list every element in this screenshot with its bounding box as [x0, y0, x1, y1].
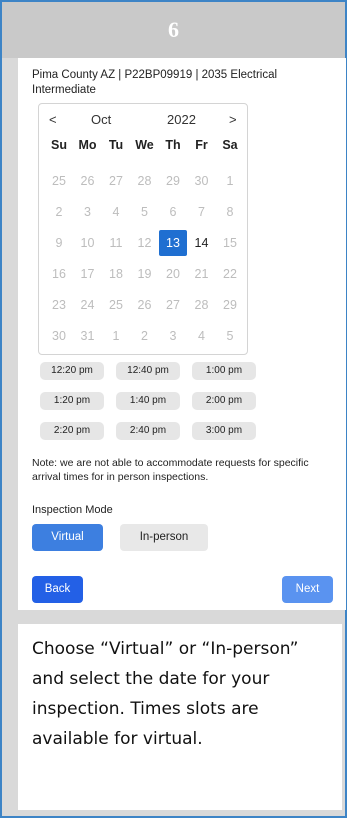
calendar-day[interactable]: 17 — [74, 261, 102, 287]
calendar-day[interactable]: 30 — [188, 168, 216, 194]
calendar-day[interactable]: 1 — [102, 323, 130, 349]
inspection-mode-label: Inspection Mode — [32, 504, 113, 516]
calendar-day[interactable]: 30 — [45, 323, 73, 349]
next-month-icon[interactable]: > — [229, 112, 237, 127]
step-header: 6 — [2, 2, 345, 58]
instruction-text: Choose “Virtual” or “In-person” and sele… — [32, 639, 299, 749]
time-slot-button[interactable]: 1:40 pm — [116, 392, 180, 410]
virtual-mode-button[interactable]: Virtual — [32, 524, 103, 551]
calendar-nav: < Oct 2022 > — [39, 112, 247, 132]
calendar-day[interactable]: 2 — [131, 323, 159, 349]
calendar-day[interactable]: 13 — [159, 230, 187, 256]
calendar-day[interactable]: 4 — [102, 199, 130, 225]
calendar-day[interactable]: 15 — [216, 230, 244, 256]
weekday-label: Fr — [195, 138, 208, 152]
calendar-day[interactable]: 24 — [74, 292, 102, 318]
calendar-day[interactable]: 21 — [188, 261, 216, 287]
weekday-label: Su — [51, 138, 67, 152]
calendar-day[interactable]: 25 — [45, 168, 73, 194]
calendar-day[interactable]: 6 — [159, 199, 187, 225]
calendar-day[interactable]: 9 — [45, 230, 73, 256]
calendar-day[interactable]: 29 — [159, 168, 187, 194]
weekday-label: Tu — [108, 138, 124, 152]
weekday-label: Th — [165, 138, 181, 152]
calendar-day[interactable]: 16 — [45, 261, 73, 287]
time-slot-button[interactable]: 12:40 pm — [116, 362, 180, 380]
weekday-label: Mo — [78, 138, 97, 152]
calendar-day[interactable]: 25 — [102, 292, 130, 318]
calendar-day[interactable]: 20 — [159, 261, 187, 287]
step-number: 6 — [168, 17, 179, 42]
weekday-label: Sa — [222, 138, 238, 152]
inspection-title: Pima County AZ | P22BP09919 | 2035 Elect… — [32, 69, 278, 96]
month-select[interactable]: Oct — [91, 112, 111, 127]
calendar-day[interactable]: 22 — [216, 261, 244, 287]
arrival-note: Note: we are not able to accommodate req… — [32, 457, 309, 483]
time-slot-button[interactable]: 12:20 pm — [40, 362, 104, 380]
instruction-box: Choose “Virtual” or “In-person” and sele… — [18, 624, 342, 810]
calendar-day[interactable]: 26 — [131, 292, 159, 318]
calendar-day[interactable]: 5 — [216, 323, 244, 349]
calendar-day[interactable]: 12 — [131, 230, 159, 256]
calendar-day[interactable]: 14 — [188, 230, 216, 256]
calendar-day[interactable]: 3 — [74, 199, 102, 225]
time-slot-button[interactable]: 3:00 pm — [192, 422, 256, 440]
weekday-label: We — [135, 138, 154, 152]
scheduling-form: Pima County AZ | P22BP09919 | 2035 Elect… — [18, 58, 346, 610]
calendar-day[interactable]: 18 — [102, 261, 130, 287]
weekday-header: Su Mo Tu We Th Fr Sa — [39, 138, 247, 156]
next-button[interactable]: Next — [282, 576, 333, 603]
calendar-day[interactable]: 5 — [131, 199, 159, 225]
calendar-day[interactable]: 8 — [216, 199, 244, 225]
time-slot-button[interactable]: 2:40 pm — [116, 422, 180, 440]
time-slot-button[interactable]: 1:00 pm — [192, 362, 256, 380]
calendar-day[interactable]: 26 — [74, 168, 102, 194]
calendar-day[interactable]: 10 — [74, 230, 102, 256]
calendar-day[interactable]: 3 — [159, 323, 187, 349]
calendar-day[interactable]: 23 — [45, 292, 73, 318]
calendar-day[interactable]: 27 — [159, 292, 187, 318]
time-slot-button[interactable]: 2:20 pm — [40, 422, 104, 440]
calendar-day[interactable]: 29 — [216, 292, 244, 318]
calendar-day[interactable]: 11 — [102, 230, 130, 256]
back-button[interactable]: Back — [32, 576, 83, 603]
calendar-day[interactable]: 7 — [188, 199, 216, 225]
time-slot-button[interactable]: 1:20 pm — [40, 392, 104, 410]
step-card: 6 Pima County AZ | P22BP09919 | 2035 Ele… — [0, 0, 347, 818]
calendar-day[interactable]: 19 — [131, 261, 159, 287]
calendar-day[interactable]: 28 — [131, 168, 159, 194]
year-select[interactable]: 2022 — [167, 112, 196, 127]
calendar-day[interactable]: 28 — [188, 292, 216, 318]
time-slot-button[interactable]: 2:00 pm — [192, 392, 256, 410]
calendar-day[interactable]: 31 — [74, 323, 102, 349]
prev-month-icon[interactable]: < — [49, 112, 57, 127]
in-person-mode-button[interactable]: In-person — [120, 524, 208, 551]
calendar-day[interactable]: 1 — [216, 168, 244, 194]
calendar-day[interactable]: 2 — [45, 199, 73, 225]
calendar-day[interactable]: 4 — [188, 323, 216, 349]
date-picker: < Oct 2022 > Su Mo Tu We Th Fr Sa 25 26 27 28 29 30… — [38, 103, 248, 355]
calendar-day[interactable]: 27 — [102, 168, 130, 194]
